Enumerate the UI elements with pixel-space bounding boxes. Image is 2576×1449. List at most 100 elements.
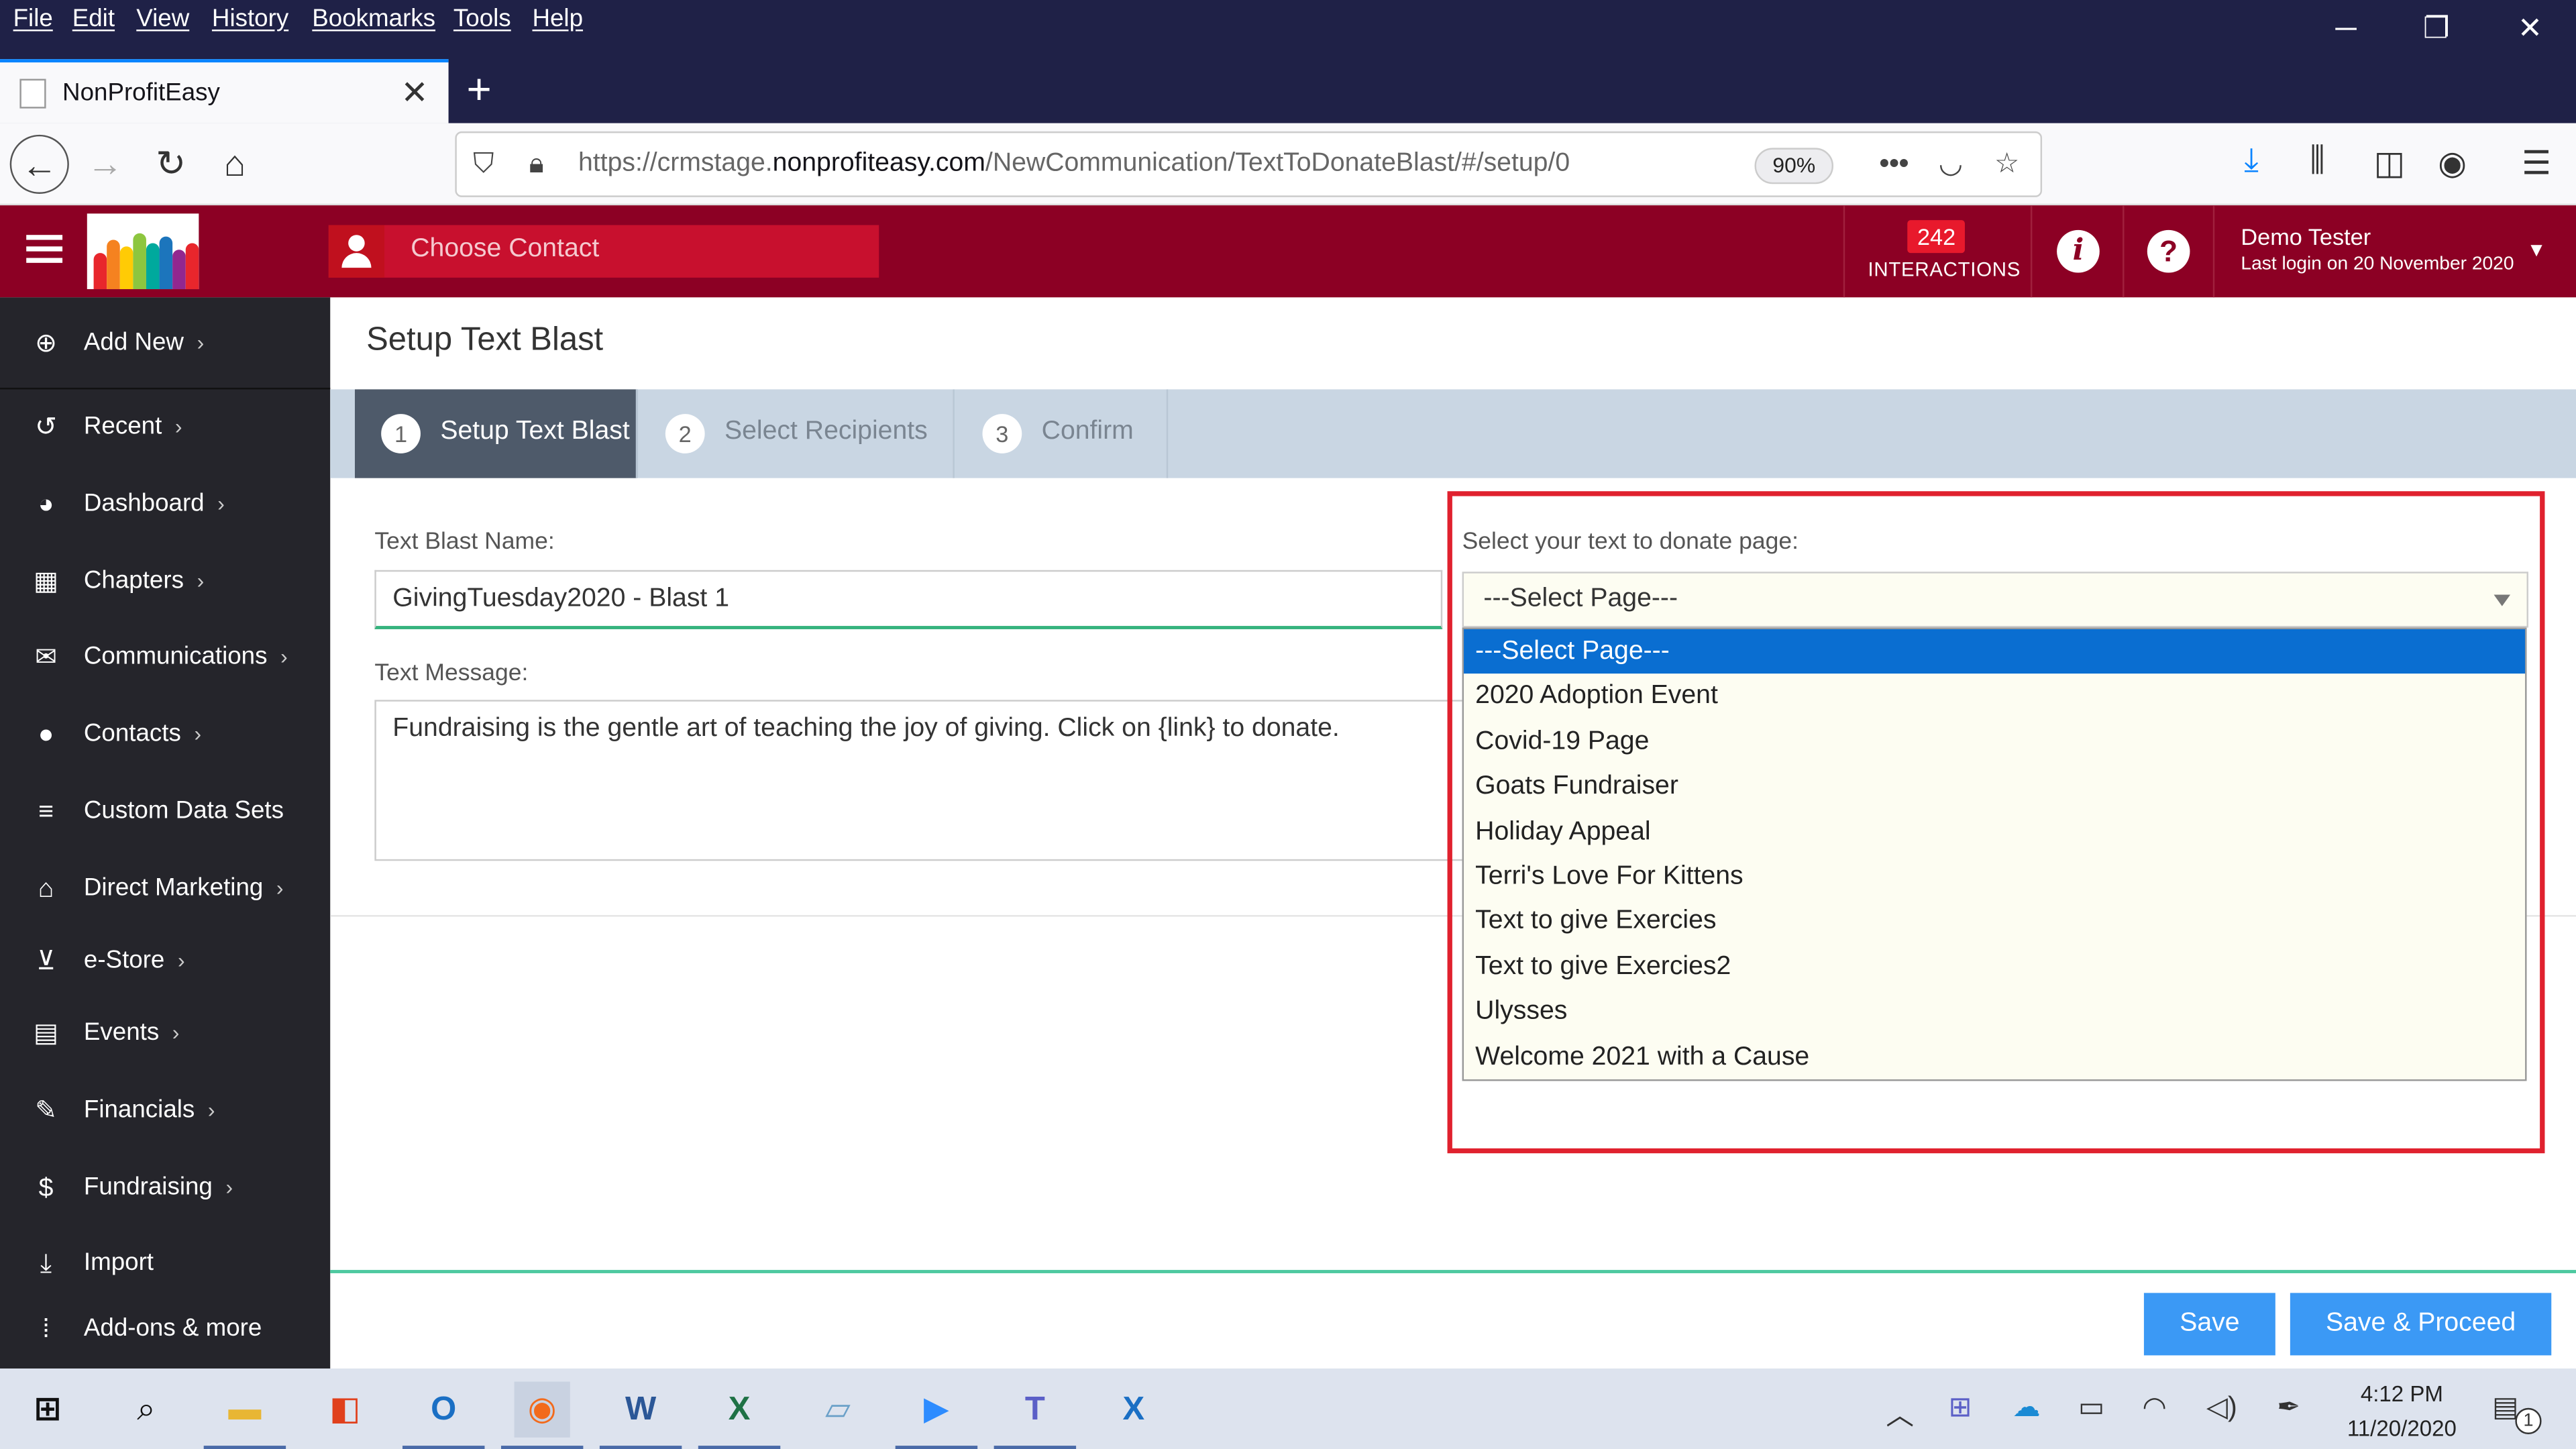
volume-icon[interactable]: ◁) [2206,1391,2237,1424]
cart-icon: ⊻ [36,948,56,976]
menu-edit[interactable]: Edit [72,5,115,33]
choose-contact-search[interactable]: Choose Contact [328,225,879,278]
page-title: Setup Text Blast [366,322,604,358]
money-icon: ✎ [35,1097,57,1126]
sidebar-item-dashboard[interactable]: ◕ Dashboard › [0,473,330,539]
save-button[interactable]: Save [2143,1293,2275,1356]
taskbar-clock[interactable]: 4:12 PM 11/20/2020 [2333,1377,2471,1446]
calendar-icon: ▤ [34,1020,59,1049]
lock-icon[interactable]: 🔒︎ [529,148,544,180]
browser-tab[interactable]: NonProfitEasy ✕ [0,59,449,123]
step-select-recipients[interactable]: 2 Select Recipients [639,389,955,478]
sidebar-item-e-store[interactable]: ⊻ e-Store › [0,930,330,996]
firefox-icon[interactable]: ◉ [500,1381,584,1449]
xero-icon[interactable]: X [1106,1382,1161,1438]
downloads-icon[interactable]: ⤓ [2244,143,2259,180]
library-icon[interactable]: ⫼ [2310,143,2325,180]
tab-close-icon[interactable]: ✕ [401,72,429,113]
help-icon[interactable]: ? [2147,229,2190,273]
sidebar-item-fundraising[interactable]: $ Fundraising › [0,1157,330,1222]
step-number: 1 [381,414,421,453]
new-tab-icon[interactable]: + [467,66,492,112]
zoom-level[interactable]: 90% [1754,148,1834,184]
step-label: Confirm [1041,417,1134,445]
forward-icon[interactable]: → [76,135,135,194]
menu-tools[interactable]: Tools [453,5,511,33]
user-dropdown-chevron-icon[interactable]: ▼ [2527,238,2546,261]
pocket-icon[interactable]: ◡ [1939,148,1963,180]
sidebar-item-label: Financials [83,1095,195,1124]
organization-logo[interactable] [87,213,199,290]
sidebar-item-custom-data-sets[interactable]: ≡ Custom Data Sets [0,780,330,846]
office-icon[interactable]: ◧ [317,1382,373,1438]
choose-contact-placeholder: Choose Contact [411,235,600,263]
text-blast-name-input[interactable]: GivingTuesday2020 - Blast 1 [374,570,1443,629]
back-icon[interactable]: ← [9,134,69,194]
url-text[interactable]: https://crmstage.nonprofiteasy.com/NewCo… [578,150,1570,179]
more-actions-icon[interactable]: ••• [1880,148,1909,180]
windows-taskbar: ⊞ ⌕ ▬ ◧ O ◉ W X ▱ ▶ T X ︿ ⊞ ☁ ▭ ◠ ◁) ✒ 4… [0,1368,2576,1449]
menu-help[interactable]: Help [532,5,583,33]
sidebar-item-financials[interactable]: ✎ Financials › [0,1079,330,1145]
bookmark-star-icon[interactable]: ☆ [1994,148,2019,180]
pen-icon[interactable]: ✒ [2277,1391,2300,1424]
onedrive-icon[interactable]: ☁ [2012,1391,2041,1424]
excel-icon[interactable]: X [698,1382,781,1449]
menu-file[interactable]: File [13,5,53,33]
sidebar-item-events[interactable]: ▤ Events › [0,1002,330,1068]
sidebar-item-chapters[interactable]: ▦ Chapters › [0,550,330,616]
show-hidden-icons-chevron-icon[interactable]: ︿ [1886,1391,1914,1432]
file-explorer-icon[interactable]: ▬ [203,1382,286,1449]
sidebar-item-communications[interactable]: ✉ Communications › [0,626,330,692]
info-icon[interactable]: i [2057,229,2100,273]
step-confirm[interactable]: 3 Confirm [956,389,1169,478]
history-icon: ↺ [35,414,57,442]
interactions-counter[interactable]: 242 INTERACTIONS [1843,205,2033,298]
clock-time: 4:12 PM [2360,1381,2443,1407]
highlight-annotation-box [1447,491,2545,1154]
sidebar-item-direct-marketing[interactable]: ⌂ Direct Marketing › [0,857,330,923]
windows-start-icon[interactable]: ⊞ [19,1382,75,1438]
restore-icon[interactable]: ❐ [2416,8,2456,48]
sidebar-item-label: Dashboard [83,489,205,518]
sidebar-item-add-ons[interactable]: ⁞ Add-ons & more [0,1298,330,1364]
text-message-textarea[interactable]: Fundraising is the gentle art of teachin… [374,700,1525,861]
chevron-right-icon: › [276,875,284,901]
step-setup-text-blast[interactable]: 1 Setup Text Blast [354,389,638,478]
home-icon[interactable]: ⌂ [205,135,264,194]
outlook-icon[interactable]: O [402,1382,485,1449]
url-bar[interactable]: ⛉ 🔒︎ https://crmstage.nonprofiteasy.com/… [455,131,2043,197]
account-icon[interactable]: ◉ [2438,143,2467,184]
reload-icon[interactable]: ↻ [142,135,201,194]
minimize-icon[interactable]: ─ [2326,8,2366,48]
menu-history[interactable]: History [212,5,288,33]
text-blast-name-label: Text Blast Name: [374,529,555,555]
teams-icon[interactable]: T [994,1382,1077,1449]
shield-icon[interactable]: ⛉ [473,148,494,180]
user-name[interactable]: Demo Tester [2241,223,2371,250]
close-window-icon[interactable]: ✕ [2510,8,2550,48]
word-icon[interactable]: W [599,1382,682,1449]
save-and-proceed-button[interactable]: Save & Proceed [2290,1293,2552,1356]
chevron-right-icon: › [225,1175,233,1199]
notepad-icon[interactable]: ▱ [810,1382,865,1438]
menu-view[interactable]: View [136,5,189,33]
sidebar-item-add-new[interactable]: ⊕ Add New › [0,312,330,378]
sidebar-item-recent[interactable]: ↺ Recent › [0,396,330,462]
menu-bookmarks[interactable]: Bookmarks [312,5,435,33]
wifi-icon[interactable]: ◠ [2142,1391,2166,1424]
header-divider [2123,205,2125,298]
sidebar-item-label: e-Store [83,946,165,975]
zoom-icon[interactable]: ▶ [895,1382,978,1449]
sidebar-item-label: Chapters [83,566,184,595]
teams-tray-icon[interactable]: ⊞ [1948,1391,1972,1424]
sidebar-toggle-icon[interactable]: ◫ [2374,143,2405,184]
hamburger-menu-icon[interactable] [26,235,63,264]
browser-navbar: ← → ↻ ⌂ ⛉ 🔒︎ https://crmstage.nonprofite… [0,123,2576,206]
battery-icon[interactable]: ▭ [2078,1391,2104,1424]
search-icon[interactable]: ⌕ [118,1382,174,1438]
sidebar-item-contacts[interactable]: ● Contacts › [0,703,330,769]
sidebar-item-import[interactable]: ⤓ Import [0,1232,330,1298]
sidebar-item-label: Direct Marketing [83,873,264,902]
app-menu-icon[interactable]: ☰ [2522,143,2551,184]
